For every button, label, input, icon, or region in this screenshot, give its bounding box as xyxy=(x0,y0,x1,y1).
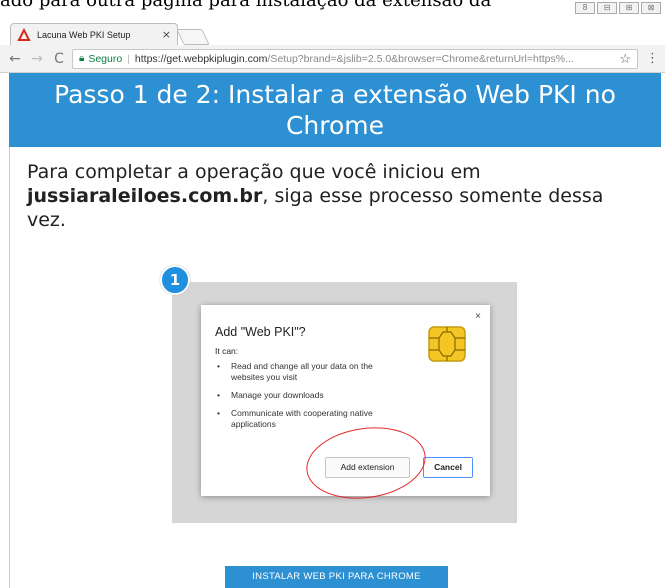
lacuna-logo-icon xyxy=(17,27,31,41)
permission-list: Read and change all your data on the web… xyxy=(217,361,407,437)
bookmark-star-icon[interactable]: ☆ xyxy=(613,51,631,67)
install-web-pki-button[interactable]: INSTALAR WEB PKI PARA CHROME xyxy=(225,566,448,588)
new-tab-button[interactable] xyxy=(176,29,210,45)
step-header: Passo 1 de 2: Instalar a extensão Web PK… xyxy=(9,73,661,147)
step-header-line-2: Chrome xyxy=(285,111,385,140)
back-arrow-icon[interactable]: ← xyxy=(6,51,24,67)
left-border xyxy=(9,147,10,588)
window-controls: 8 ⊟ ⊞ ⊠ xyxy=(575,2,661,14)
url-rest: /Setup?brand=&jslib=2.5.0&browser=Chrome… xyxy=(267,52,574,65)
dialog-subtitle: It can: xyxy=(215,346,239,356)
url-main: https://get.webpkiplugin.com xyxy=(134,52,268,65)
browser-tab[interactable]: Lacuna Web PKI Setup × xyxy=(10,23,178,45)
dialog-close-icon: × xyxy=(475,311,481,322)
window-control-restore[interactable]: 8 xyxy=(575,2,595,14)
forward-arrow-icon[interactable]: → xyxy=(28,51,46,67)
step-header-line-1: Passo 1 de 2: Instalar a extensão Web PK… xyxy=(54,80,616,109)
separator: | xyxy=(127,52,130,65)
page-caption: ado para outra página para instalação da… xyxy=(0,0,492,11)
dialog-title: Add "Web PKI"? xyxy=(215,325,306,339)
secure-label: Seguro xyxy=(88,52,123,65)
permission-item: Manage your downloads xyxy=(217,390,407,401)
tab-title: Lacuna Web PKI Setup xyxy=(37,29,131,40)
reload-icon[interactable]: C xyxy=(50,51,68,67)
url-text: https://get.webpkiplugin.com/Setup?brand… xyxy=(135,53,574,65)
window-control-maximize[interactable]: ⊞ xyxy=(619,2,639,14)
smart-card-chip-icon xyxy=(428,326,466,362)
intro-domain: jussiaraleiloes.com.br xyxy=(27,185,263,207)
permission-item: Read and change all your data on the web… xyxy=(217,361,407,383)
lock-icon: 🔒︎ xyxy=(79,53,85,64)
cancel-button: Cancel xyxy=(423,457,473,478)
intro-pre: Para completar a operação que você inici… xyxy=(27,161,481,183)
address-bar[interactable]: 🔒︎ Seguro | https://get.webpkiplugin.com… xyxy=(72,48,638,69)
menu-dots-icon[interactable]: ⋮ xyxy=(646,51,659,66)
intro-text: Para completar a operação que você inici… xyxy=(27,160,627,232)
step-number-badge: 1 xyxy=(160,265,190,295)
tab-close-icon[interactable]: × xyxy=(162,28,171,41)
window-control-minimize[interactable]: ⊟ xyxy=(597,2,617,14)
window-control-close[interactable]: ⊠ xyxy=(641,2,661,14)
navigation-bar: ← → C 🔒︎ Seguro | https://get.webpkiplug… xyxy=(0,45,665,73)
tab-bar: Lacuna Web PKI Setup × xyxy=(0,20,665,45)
